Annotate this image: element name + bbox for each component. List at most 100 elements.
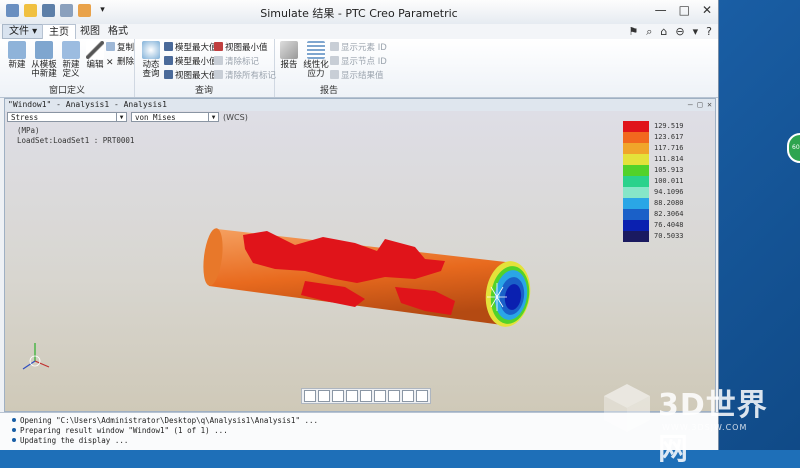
eraser-icon [214,56,223,65]
tab-home[interactable]: 主页 [42,24,76,40]
tab-file[interactable]: 文件 ▾ [2,24,45,39]
linearize-stress-button[interactable]: 线性化 应力 [302,41,330,79]
element-id-icon [330,42,339,51]
result-window: "Window1" - Analysis1 - Analysis1 — □ ✕ … [4,98,716,412]
legend-swatch [623,132,649,143]
status-message: Opening "C:\Users\Administrator\Desktop\… [12,416,318,426]
legend-value: 70.5033 [654,232,684,240]
flag-icon[interactable]: ⚑ [628,25,638,39]
zoom-in-icon[interactable] [318,390,330,402]
new-icon [8,41,26,59]
tab-format[interactable]: 格式 [102,24,134,39]
result-value-icon [330,70,339,79]
saved-views-icon[interactable] [374,390,386,402]
search-icon[interactable]: ⌕ [646,25,652,39]
title-bar: ▾ Simulate 结果 - PTC Creo Parametric — □ … [0,0,718,25]
show-result-value-button[interactable]: 显示结果值 [330,70,384,82]
model-max-icon [164,42,173,51]
dropdown-icon[interactable]: ▾ [693,25,699,39]
new-from-template-button[interactable]: 从模板 中新建 [30,41,58,79]
report-icon [280,41,298,59]
graphics-viewport[interactable]: Stress ▼ von Mises ▼ (WCS) (MPa) LoadSet:L… [5,111,715,411]
show-element-id-button[interactable]: 显示元素 ID [330,42,387,54]
template-icon [35,41,53,59]
copy-button[interactable]: 复制 [106,42,134,54]
view-max-button[interactable]: 视图最大值 [164,70,218,82]
legend-value: 100.011 [654,177,684,185]
delete-icon: ✕ [106,58,114,68]
linearize-icon [307,41,325,59]
result-window-title: "Window1" - Analysis1 - Analysis1 [8,100,167,109]
coordinate-triad [22,343,50,370]
group-query: 动态 查询 模型最大值 模型最小值 视图最大值 视图最小值 清除标记 清除所有标… [134,39,276,97]
group-window-definition: 新建 从模板 中新建 新建 定义 编辑 复制 ✕ 删除 窗口定义 [0,39,135,97]
minimize-icon[interactable]: — [655,3,667,17]
cube-logo-icon [604,384,650,432]
datum-display-icon[interactable] [416,390,428,402]
legend-swatch [623,220,649,231]
orient-icon[interactable] [360,390,372,402]
edit-button[interactable]: 编辑 [82,41,108,70]
legend-swatch [623,165,649,176]
watermark: 3D世界网 WWW.3DSJW.COM [602,380,792,467]
ribbon-tabs: 文件 ▾ 主页 视图 格式 ⚑ ⌕ ⌂ ⊖ ▾ ? [0,24,718,40]
help-icon[interactable]: ? [706,25,712,39]
pane-minimize-icon[interactable]: — [688,100,693,109]
group-label-query: 查询 [194,86,213,96]
refit-icon[interactable] [304,390,316,402]
report-button[interactable]: 报告 [276,41,302,70]
show-node-id-button[interactable]: 显示节点 ID [330,56,387,68]
eraser-all-icon [214,70,223,79]
view-min-button[interactable]: 视图最小值 [214,42,268,54]
model-max-button[interactable]: 模型最大值 [164,42,218,54]
home-icon[interactable]: ⌂ [660,25,667,39]
legend-value: 88.2080 [654,199,684,207]
legend-value: 123.617 [654,133,684,141]
legend-value: 76.4048 [654,221,684,229]
maximize-icon[interactable]: □ [679,3,690,17]
pane-controls: — □ ✕ [688,99,712,111]
spin-center-icon[interactable] [388,390,400,402]
legend-value: 105.913 [654,166,684,174]
legend-value: 111.814 [654,155,684,163]
legend-swatch [623,198,649,209]
clear-mark-button[interactable]: 清除标记 [214,56,259,68]
query-icon [142,41,160,59]
view-toolbar [301,388,431,404]
status-message: Preparing result window "Window1" (1 of … [12,426,228,436]
dynamic-query-button[interactable]: 动态 查询 [138,41,164,79]
pane-close-icon[interactable]: ✕ [707,100,712,109]
pane-restore-icon[interactable]: □ [698,100,703,109]
legend-swatch [623,143,649,154]
zoom-out-icon[interactable] [332,390,344,402]
repaint-icon[interactable] [346,390,358,402]
definition-icon [62,41,80,59]
legend-swatch [623,187,649,198]
watermark-url: WWW.3DSJW.COM [662,423,748,432]
legend-swatch [623,176,649,187]
copy-icon [106,42,115,51]
legend-swatch [623,209,649,220]
group-label-report: 报告 [319,86,338,96]
delete-button[interactable]: ✕ 删除 [106,56,134,68]
model-min-button[interactable]: 模型最小值 [164,56,218,68]
legend-swatch [623,121,649,132]
result-window-header: "Window1" - Analysis1 - Analysis1 — □ ✕ [5,99,715,111]
close-icon[interactable]: ✕ [702,3,712,17]
new-definition-button[interactable]: 新建 定义 [58,41,84,79]
legend-swatch [623,231,649,242]
community-icon[interactable]: ⊖ [675,25,684,39]
new-button[interactable]: 新建 [4,41,30,70]
view-min-icon [214,42,223,51]
help-bar: ⚑ ⌕ ⌂ ⊖ ▾ ? [628,25,712,39]
pencil-icon [86,41,104,59]
window-title: Simulate 结果 - PTC Creo Parametric [260,7,458,20]
legend-value: 129.519 [654,122,684,130]
ribbon: 新建 从模板 中新建 新建 定义 编辑 复制 ✕ 删除 窗口定义 动态 查询 模… [0,39,718,98]
group-label-window-definition: 窗口定义 [48,86,85,96]
legend-value: 94.1096 [654,188,684,196]
stress-model [22,228,531,370]
group-report: 报告 线性化 应力 显示元素 ID 显示节点 ID 显示结果值 报告 [274,39,387,97]
clear-all-marks-button[interactable]: 清除所有标记 [214,70,276,82]
display-style-icon[interactable] [402,390,414,402]
